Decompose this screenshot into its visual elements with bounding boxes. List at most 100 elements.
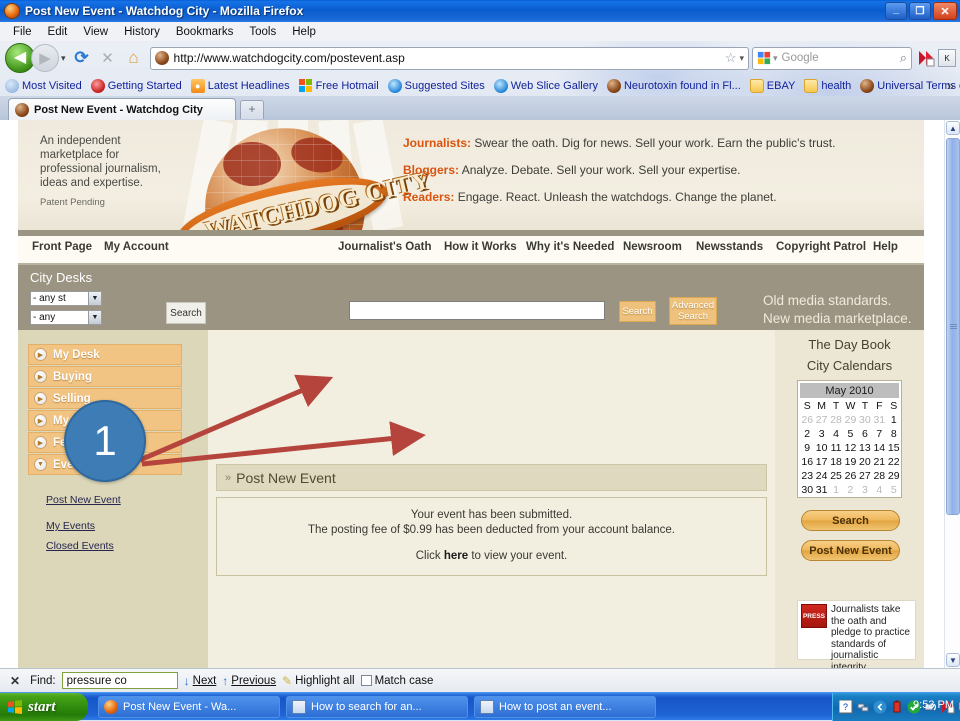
battery-icon[interactable] xyxy=(890,700,904,714)
search-icon[interactable]: ⌕ xyxy=(900,50,907,66)
nav-copyright-patrol[interactable]: Copyright Patrol xyxy=(776,241,866,253)
view-event-link[interactable]: here xyxy=(444,550,468,562)
find-input[interactable]: pressure co xyxy=(61,672,178,689)
taskbar-clock[interactable]: 9:53 PM xyxy=(913,699,954,711)
show-hidden-icons-button[interactable] xyxy=(873,700,887,714)
sidebar-link-post-new-event[interactable]: Post New Event xyxy=(46,494,121,506)
nav-how-it-works[interactable]: How it Works xyxy=(444,241,517,253)
search-engine-dropdown-icon[interactable]: ▾ xyxy=(773,53,778,64)
url-bar[interactable]: http://www.watchdogcity.com/postevent.as… xyxy=(149,46,749,70)
sidebar-item-my-desk[interactable]: ▶ My Desk xyxy=(28,344,182,365)
calendar-day[interactable]: 1 xyxy=(887,413,901,427)
site-search-button[interactable]: Search xyxy=(619,301,656,322)
nav-help[interactable]: Help xyxy=(873,241,898,253)
menu-bookmarks[interactable]: Bookmarks xyxy=(169,24,241,40)
nav-my-account[interactable]: My Account xyxy=(104,241,169,253)
menu-history[interactable]: History xyxy=(117,24,167,40)
taskbar-item-how-to-post[interactable]: How to post an event... xyxy=(474,696,656,718)
calendar-day[interactable]: 11 xyxy=(829,441,843,455)
nav-why-its-needed[interactable]: Why it's Needed xyxy=(526,241,614,253)
calendar-day[interactable]: 21 xyxy=(872,455,886,469)
search-input[interactable]: Google xyxy=(782,52,900,64)
calendar-day[interactable]: 10 xyxy=(814,441,828,455)
nav-newsroom[interactable]: Newsroom xyxy=(623,241,682,253)
reload-button[interactable]: ⟳ xyxy=(69,45,95,71)
match-case-checkbox[interactable]: Match case xyxy=(360,675,433,687)
sidebar-item-buying[interactable]: ▶ Buying xyxy=(28,366,182,387)
bookmark-suggested-sites[interactable]: Suggested Sites xyxy=(387,78,485,93)
sidebar-link-closed-events[interactable]: Closed Events xyxy=(46,540,114,552)
maximize-button[interactable]: ❐ xyxy=(909,2,931,20)
bookmark-neurotoxin[interactable]: Neurotoxin found in Fl... xyxy=(606,78,741,93)
chevron-down-icon[interactable]: ▼ xyxy=(88,292,101,305)
calendar-day[interactable]: 22 xyxy=(887,455,901,469)
start-button[interactable]: start xyxy=(0,693,88,721)
calendar-day[interactable]: 9 xyxy=(800,441,814,455)
calendar-day[interactable]: 25 xyxy=(829,469,843,483)
menu-tools[interactable]: Tools xyxy=(242,24,283,40)
calendar-day[interactable]: 19 xyxy=(843,455,857,469)
city-desk-search-button[interactable]: Search xyxy=(166,302,206,324)
calendar-day[interactable]: 20 xyxy=(858,455,872,469)
nav-journalists-oath[interactable]: Journalist's Oath xyxy=(338,241,431,253)
calendar-day[interactable]: 23 xyxy=(800,469,814,483)
page-scrollbar[interactable]: ▲ ▼ xyxy=(944,120,960,668)
bookmark-ebay-folder[interactable]: EBAY xyxy=(749,78,795,93)
menu-file[interactable]: File xyxy=(6,24,39,40)
bookmark-star-icon[interactable]: ☆ xyxy=(725,50,737,66)
post-new-event-button[interactable]: Post New Event xyxy=(801,540,900,561)
sidebar-item-my-newsstand[interactable]: ▶ My Newsstand xyxy=(28,410,182,431)
highlight-all-button[interactable]: ✎ Highlight all xyxy=(282,674,355,688)
stop-button[interactable]: ✕ xyxy=(95,45,121,71)
find-previous-button[interactable]: ↑ Previous xyxy=(222,674,276,688)
kaspersky-icon[interactable] xyxy=(917,49,935,67)
sidebar-item-events[interactable]: ▼ Events xyxy=(28,454,182,475)
taskbar-item-how-to-search[interactable]: How to search for an... xyxy=(286,696,468,718)
minimize-button[interactable]: _ xyxy=(885,2,907,20)
new-tab-button[interactable]: + xyxy=(240,100,264,119)
help-icon[interactable]: ? xyxy=(839,700,853,714)
taskbar-item-firefox[interactable]: Post New Event - Wa... xyxy=(98,696,280,718)
calendar-day[interactable]: 12 xyxy=(843,441,857,455)
menu-help[interactable]: Help xyxy=(285,24,323,40)
bookmark-universal-terms[interactable]: Universal Terms of Se... xyxy=(860,78,960,93)
calendar-day[interactable]: 6 xyxy=(858,427,872,441)
bookmark-web-slice-gallery[interactable]: Web Slice Gallery xyxy=(493,78,598,93)
find-close-button[interactable]: ✕ xyxy=(6,674,24,688)
calendar-day[interactable]: 17 xyxy=(814,455,828,469)
calendar-day[interactable]: 3 xyxy=(814,427,828,441)
calendar-day[interactable]: 13 xyxy=(858,441,872,455)
kaspersky-button[interactable]: K xyxy=(938,49,956,67)
tab-post-new-event[interactable]: Post New Event - Watchdog City xyxy=(8,98,236,120)
advanced-search-button[interactable]: Advanced Search xyxy=(669,297,717,325)
calendar-day[interactable]: 8 xyxy=(887,427,901,441)
nav-front-page[interactable]: Front Page xyxy=(32,241,92,253)
sidebar-item-feedback[interactable]: ▶ Feedback xyxy=(28,432,182,453)
bookmarks-overflow-icon[interactable]: » xyxy=(947,78,954,93)
chevron-down-icon[interactable]: ▼ xyxy=(88,311,101,324)
menu-edit[interactable]: Edit xyxy=(41,24,75,40)
calendar-day[interactable]: 14 xyxy=(872,441,886,455)
bookmark-most-visited[interactable]: Most Visited xyxy=(5,78,82,93)
site-search-input[interactable] xyxy=(349,301,605,320)
menu-view[interactable]: View xyxy=(76,24,115,40)
calendar-day[interactable]: 5 xyxy=(843,427,857,441)
scroll-up-button[interactable]: ▲ xyxy=(946,121,960,135)
scrollbar-thumb[interactable] xyxy=(946,138,960,515)
sidebar-link-my-events[interactable]: My Events xyxy=(46,520,95,532)
close-button[interactable]: ✕ xyxy=(933,2,957,20)
calendar-day[interactable]: 16 xyxy=(800,455,814,469)
nav-newsstands[interactable]: Newsstands xyxy=(696,241,763,253)
calendar-day[interactable]: 26 xyxy=(843,469,857,483)
calendar-day[interactable]: 15 xyxy=(887,441,901,455)
watchdog-city-logo[interactable]: WATCHDOG CITY xyxy=(171,120,434,230)
bookmark-getting-started[interactable]: Getting Started xyxy=(90,78,182,93)
scroll-down-button[interactable]: ▼ xyxy=(946,653,960,667)
calendar-day[interactable]: 2 xyxy=(800,427,814,441)
network-icon[interactable] xyxy=(856,700,870,714)
calendar-search-button[interactable]: Search xyxy=(801,510,900,531)
forward-button[interactable]: ▶ xyxy=(31,44,59,72)
search-bar[interactable]: ▾ Google ⌕ xyxy=(752,46,912,70)
find-next-button[interactable]: ↓ Next xyxy=(184,674,217,688)
calendar-widget[interactable]: May 2010 S M T W T F S 26 27 28 29 30 31 1 2 3 4 5… xyxy=(797,380,902,498)
